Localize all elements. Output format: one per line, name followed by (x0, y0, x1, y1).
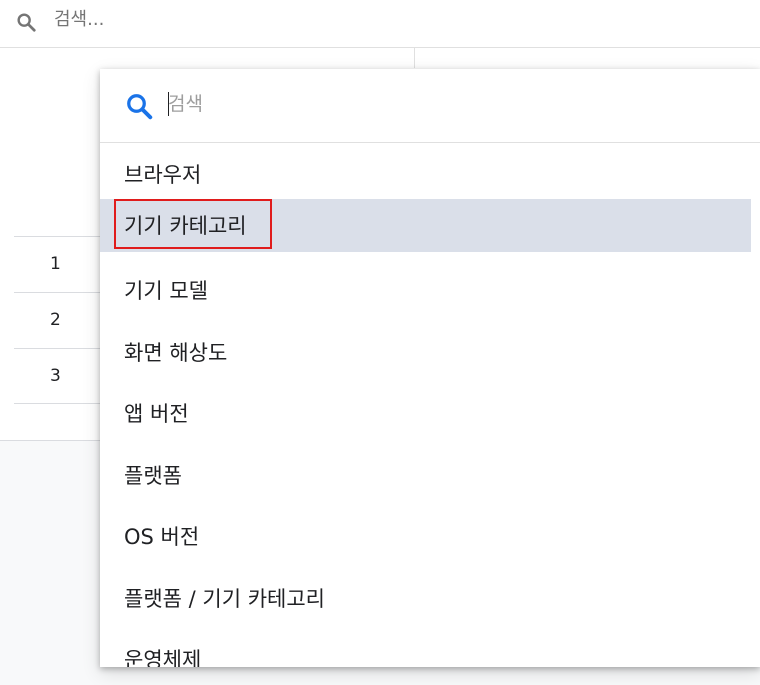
dropdown-option-browser[interactable]: 브라우저 (100, 143, 751, 205)
option-label: 앱 버전 (124, 402, 189, 427)
row-number: 3 (50, 366, 61, 386)
top-search-bar[interactable]: 검색... (0, 0, 760, 48)
dropdown-option-device-category[interactable]: 기기 카테고리 (100, 198, 751, 252)
dropdown-option-os-version[interactable]: OS 버전 (100, 506, 751, 568)
search-icon (127, 94, 153, 120)
dropdown-search-input[interactable] (168, 89, 728, 119)
dropdown-option-operating-system[interactable]: 운영체제 (100, 629, 751, 667)
table-row[interactable]: 1 (14, 236, 100, 291)
option-label: 기기 모델 (124, 279, 208, 304)
dropdown-option-platform-device-category[interactable]: 플랫폼 / 기기 카테고리 (100, 567, 751, 629)
option-label: 브라우저 (124, 162, 202, 187)
table-row[interactable]: 2 (14, 292, 100, 347)
column-divider (414, 48, 415, 68)
option-label: 운영체제 (124, 648, 202, 667)
top-search-placeholder: 검색... (54, 9, 105, 30)
dimension-dropdown: 브라우저 기기 카테고리 기기 모델 화면 해상도 앱 버전 플랫폼 OS 버전… (100, 69, 760, 667)
text-cursor (168, 92, 169, 116)
dropdown-option-platform[interactable]: 플랫폼 (100, 444, 751, 506)
row-number: 1 (50, 254, 61, 274)
table-divider (14, 403, 100, 404)
row-number: 2 (50, 310, 61, 330)
option-label: OS 버전 (124, 525, 200, 550)
search-icon (17, 13, 36, 32)
dropdown-options: 브라우저 기기 카테고리 기기 모델 화면 해상도 앱 버전 플랫폼 OS 버전… (100, 143, 760, 667)
option-label: 화면 해상도 (124, 340, 228, 365)
dropdown-search-bar (100, 69, 760, 143)
option-label: 플랫폼 (124, 463, 182, 488)
dropdown-option-device-model[interactable]: 기기 모델 (100, 260, 751, 322)
highlight-box (114, 198, 272, 249)
option-label: 플랫폼 / 기기 카테고리 (124, 586, 325, 611)
dropdown-option-screen-resolution[interactable]: 화면 해상도 (100, 321, 751, 383)
dropdown-option-app-version[interactable]: 앱 버전 (100, 383, 751, 445)
table-row[interactable]: 3 (14, 348, 100, 403)
